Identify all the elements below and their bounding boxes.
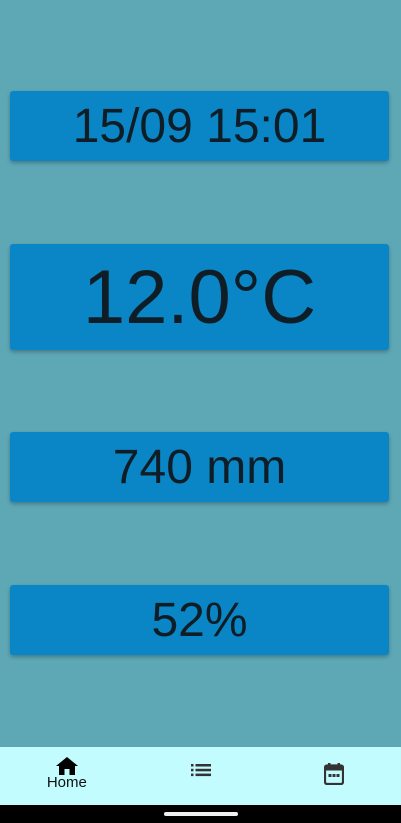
home-icon	[55, 757, 78, 775]
nav-item-label: Home	[46, 774, 87, 791]
humidity-value: 52%	[151, 593, 248, 647]
humidity-card: 52%	[10, 585, 389, 655]
nav-item-calendar[interactable]	[267, 747, 401, 805]
datetime-value: 15/09 15:01	[72, 99, 327, 153]
nav-item-list[interactable]	[134, 747, 268, 805]
pressure-value: 740 mm	[112, 440, 287, 494]
app-screen: 15/09 15:01 12.0°C 740 mm 52% Home	[0, 0, 401, 823]
nav-item-home[interactable]: Home	[0, 747, 134, 805]
bottom-navigation: Home	[0, 747, 401, 805]
system-navigation-bar	[0, 805, 401, 823]
pressure-card: 740 mm	[10, 432, 389, 502]
calendar-icon	[324, 763, 345, 785]
temperature-value: 12.0°C	[82, 254, 317, 340]
datetime-card: 15/09 15:01	[10, 91, 389, 161]
temperature-card: 12.0°C	[10, 244, 389, 350]
gesture-handle[interactable]	[164, 812, 238, 816]
list-icon	[190, 764, 211, 777]
